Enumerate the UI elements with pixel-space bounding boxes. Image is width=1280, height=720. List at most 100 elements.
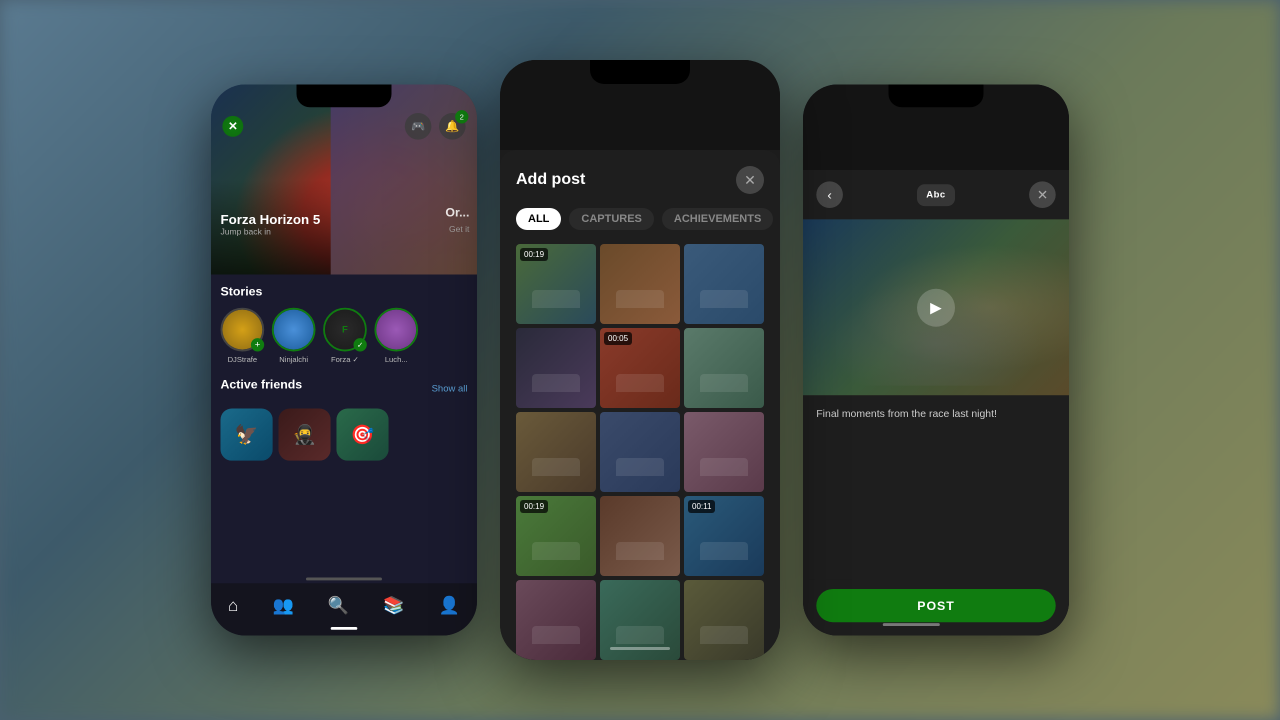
capture-10[interactable]: 00:19 — [516, 496, 596, 576]
story-item-lucha[interactable]: Luch... — [374, 308, 418, 364]
add-story-icon: + — [251, 338, 264, 351]
filter-tab-achievements[interactable]: ACHIEVEMENTS — [662, 208, 773, 230]
scroll-indicator-left — [306, 578, 382, 581]
story-item-ninjalchi[interactable]: Ninjalchi — [272, 308, 316, 364]
capture-2[interactable] — [600, 244, 680, 324]
capture-11[interactable] — [600, 496, 680, 576]
story-avatar-forza: F ✓ — [323, 308, 367, 352]
header-icons: 🎮 🔔 2 — [405, 113, 466, 140]
story-name-lucha: Luch... — [385, 355, 408, 364]
notch-left — [297, 85, 392, 108]
content-area: Stories + DJStrafe Ninjalchi — [211, 275, 477, 589]
filter-tabs: ALL CAPTURES ACHIEVEMENTS — [516, 208, 764, 230]
story-item-djstrafe[interactable]: + DJStrafe — [221, 308, 265, 364]
capture-8[interactable] — [600, 412, 680, 492]
time-badge-10: 00:19 — [520, 500, 548, 513]
hero-section: Or... Get it ✕ 🎮 🔔 2 — [211, 85, 477, 275]
notch-right — [889, 85, 984, 108]
bottom-nav: ⌂ 👥 🔍 📚 👤 — [211, 583, 477, 635]
post-footer: POST — [803, 579, 1069, 635]
story-name-dj: DJStrafe — [228, 355, 258, 364]
post-close-button[interactable]: ✕ — [1029, 181, 1056, 208]
second-title: Or... — [445, 205, 469, 219]
post-header: ‹ Abc ✕ — [803, 170, 1069, 219]
nav-profile[interactable]: 👤 — [439, 596, 460, 616]
store-icon: 🎮 — [411, 120, 425, 133]
hero-second-text: Or... Get it — [445, 205, 469, 236]
friend-avatar-3[interactable]: 🎯 — [336, 408, 388, 460]
xbox-logo: ✕ — [222, 116, 243, 137]
capture-13[interactable] — [516, 580, 596, 660]
capture-7[interactable] — [516, 412, 596, 492]
verified-icon: ✓ — [354, 338, 367, 351]
notch-center — [590, 60, 690, 84]
notification-badge: 2 — [455, 110, 468, 123]
capture-12[interactable]: 00:11 — [684, 496, 764, 576]
text-icon-button[interactable]: Abc — [917, 184, 955, 206]
friends-row: 🦅 🥷 🎯 — [221, 408, 468, 460]
story-avatar-ninja — [272, 308, 316, 352]
modal-header: Add post ✕ — [516, 166, 764, 194]
capture-4[interactable] — [516, 328, 596, 408]
profile-icon: 👤 — [439, 596, 460, 616]
search-icon: 🔍 — [328, 596, 349, 616]
story-name-ninja: Ninjalchi — [279, 355, 308, 364]
avatar-ninja — [274, 310, 314, 350]
game-action: Jump back in — [221, 227, 321, 237]
post-media: ▶ — [803, 219, 1069, 395]
scroll-bar-right — [883, 623, 940, 626]
capture-5[interactable]: 00:05 — [600, 328, 680, 408]
notifications-button[interactable]: 🔔 2 — [439, 113, 466, 140]
time-badge-5: 00:05 — [604, 332, 632, 345]
avatar-lucha — [376, 310, 416, 350]
nav-home[interactable]: ⌂ — [228, 596, 238, 616]
library-icon: 📚 — [383, 596, 404, 616]
filter-tab-captures[interactable]: CAPTURES — [569, 208, 654, 230]
filter-tab-all[interactable]: ALL — [516, 208, 561, 230]
people-icon: 👥 — [272, 596, 293, 616]
friend-avatar-2[interactable]: 🥷 — [278, 408, 330, 460]
back-icon: ‹ — [827, 187, 831, 202]
time-badge-1: 00:19 — [520, 248, 548, 261]
stories-row: + DJStrafe Ninjalchi F ✓ Forza ✓ — [221, 308, 468, 364]
game-name: Forza Horizon 5 — [221, 212, 321, 227]
capture-3[interactable] — [684, 244, 764, 324]
capture-9[interactable] — [684, 412, 764, 492]
active-friends-header: Active friends Show all — [221, 377, 468, 401]
bird-avatar-icon: 🦅 — [221, 408, 273, 460]
story-avatar-lucha — [374, 308, 418, 352]
captures-grid: 00:19 00:05 00:19 00:11 — [516, 244, 764, 660]
post-caption-area: Final moments from the race last night! — [803, 395, 1069, 433]
nav-search[interactable]: 🔍 — [328, 596, 349, 616]
stories-title: Stories — [221, 284, 468, 298]
show-all-button[interactable]: Show all — [432, 384, 468, 394]
time-badge-12: 00:11 — [688, 500, 715, 513]
story-avatar-add: + — [221, 308, 265, 352]
play-button[interactable]: ▶ — [917, 288, 955, 326]
store-button[interactable]: 🎮 — [405, 113, 432, 140]
game-title: Forza Horizon 5 Jump back in — [221, 212, 321, 237]
ninja-avatar-icon: 🥷 — [278, 408, 330, 460]
modal-title: Add post — [516, 171, 585, 189]
phones-container: Or... Get it ✕ 🎮 🔔 2 — [0, 0, 1280, 720]
capture-1[interactable]: 00:19 — [516, 244, 596, 324]
nav-people[interactable]: 👥 — [272, 596, 293, 616]
friend-av3-icon: 🎯 — [336, 408, 388, 460]
story-item-forza[interactable]: F ✓ Forza ✓ — [323, 308, 367, 364]
capture-6[interactable] — [684, 328, 764, 408]
active-friends-title: Active friends — [221, 377, 303, 391]
nav-indicator — [331, 627, 358, 630]
modal-content: Add post ✕ ALL CAPTURES ACHIEVEMENTS 00:… — [500, 150, 780, 660]
capture-15[interactable] — [684, 580, 764, 660]
nav-library[interactable]: 📚 — [383, 596, 404, 616]
back-button[interactable]: ‹ — [816, 181, 843, 208]
close-button[interactable]: ✕ — [736, 166, 764, 194]
post-caption: Final moments from the race last night! — [816, 407, 1055, 423]
scroll-bar-center — [610, 647, 670, 650]
story-name-forza: Forza ✓ — [331, 355, 359, 364]
friend-avatar-1[interactable]: 🦅 — [221, 408, 273, 460]
post-content: ‹ Abc ✕ ▶ Final moments from the race la… — [803, 170, 1069, 636]
phone-right: ‹ Abc ✕ ▶ Final moments from the race la… — [803, 85, 1069, 636]
phone-center: Add post ✕ ALL CAPTURES ACHIEVEMENTS 00:… — [500, 60, 780, 660]
post-button[interactable]: POST — [816, 589, 1055, 622]
